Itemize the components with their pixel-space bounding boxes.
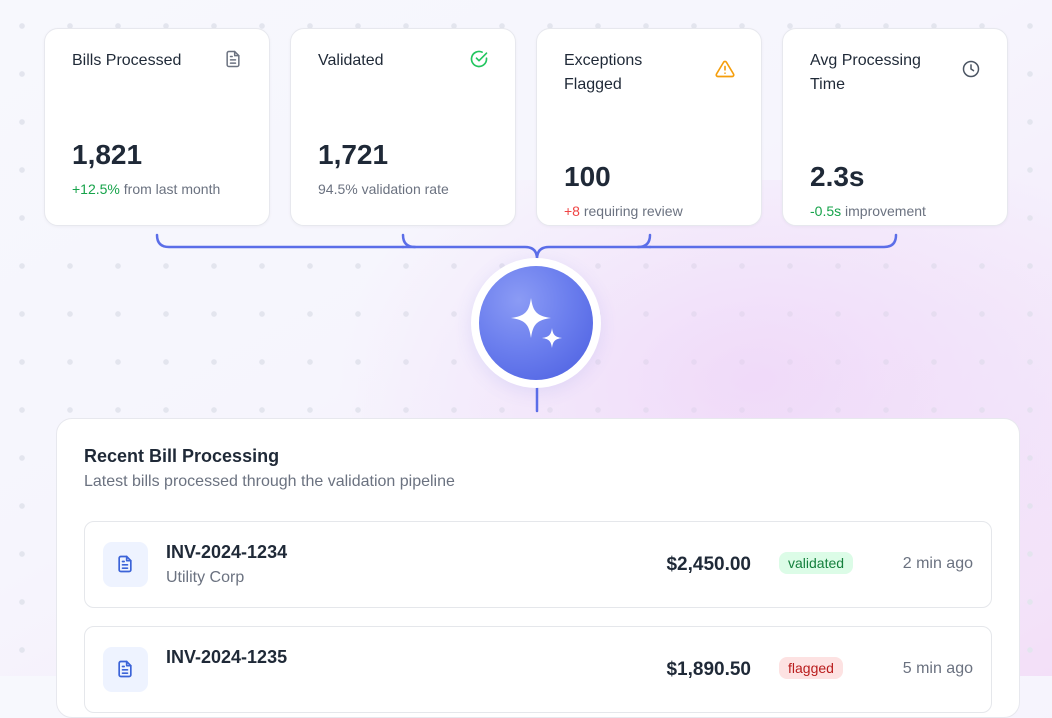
stat-title: Bills Processed xyxy=(72,52,182,69)
list-item[interactable]: INV-2024-1234 Utility Corp $2,450.00 val… xyxy=(84,521,992,608)
panel-description: Latest bills processed through the valid… xyxy=(84,473,455,490)
sparkles-icon xyxy=(511,298,562,348)
stat-subtext: +12.5% from last month xyxy=(72,181,243,197)
stat-delta: +8 xyxy=(564,203,580,219)
stat-card-exceptions-flagged: Exceptions Flagged 100 +8 requiring revi… xyxy=(536,28,762,226)
clock-icon xyxy=(962,60,980,78)
stat-value: 2.3s xyxy=(810,161,865,192)
stat-subtext: 94.5% validation rate xyxy=(318,181,489,197)
vendor-name: Utility Corp xyxy=(166,569,245,586)
status-badge: validated xyxy=(779,552,854,574)
stat-note: requiring review xyxy=(583,203,683,219)
stat-title: Exceptions Flagged xyxy=(564,52,643,93)
list-item[interactable]: INV-2024-1235 $1,890.50 flagged 5 min ag… xyxy=(84,626,992,713)
stat-card-bills-processed: Bills Processed 1,821 +12.5% from last m… xyxy=(44,28,270,226)
warning-triangle-icon xyxy=(715,60,735,78)
stat-value: 1,821 xyxy=(72,139,143,170)
stat-subtext: -0.5s improvement xyxy=(810,203,981,219)
ai-hub-button[interactable] xyxy=(479,266,593,380)
stat-card-avg-processing-time: Avg Processing Time 2.3s -0.5s improveme… xyxy=(782,28,1008,226)
check-circle-icon xyxy=(470,50,488,68)
stat-note: improvement xyxy=(845,203,926,219)
timestamp: 2 min ago xyxy=(902,555,973,572)
stat-value: 1,721 xyxy=(318,139,389,170)
timestamp: 5 min ago xyxy=(902,660,973,677)
stat-subtext: +8 requiring review xyxy=(564,203,735,219)
panel-title: Recent Bill Processing xyxy=(84,446,280,466)
document-icon xyxy=(103,647,148,692)
invoice-number: INV-2024-1235 xyxy=(166,647,288,667)
document-icon xyxy=(226,50,240,68)
invoice-number: INV-2024-1234 xyxy=(166,542,288,562)
bill-amount: $2,450.00 xyxy=(666,554,751,575)
stat-note: 94.5% validation rate xyxy=(318,181,449,197)
stat-title: Validated xyxy=(318,52,384,69)
stat-card-validated: Validated 1,721 94.5% validation rate xyxy=(290,28,516,226)
stat-title: Avg Processing Time xyxy=(810,52,921,93)
recent-bill-processing-panel: Recent Bill Processing Latest bills proc… xyxy=(56,418,1020,718)
stat-delta: -0.5s xyxy=(810,203,842,219)
bill-amount: $1,890.50 xyxy=(666,659,751,680)
stat-delta: +12.5% xyxy=(72,181,120,197)
document-icon xyxy=(103,542,148,587)
stat-note: from last month xyxy=(123,181,221,197)
stat-value: 100 xyxy=(564,161,611,192)
